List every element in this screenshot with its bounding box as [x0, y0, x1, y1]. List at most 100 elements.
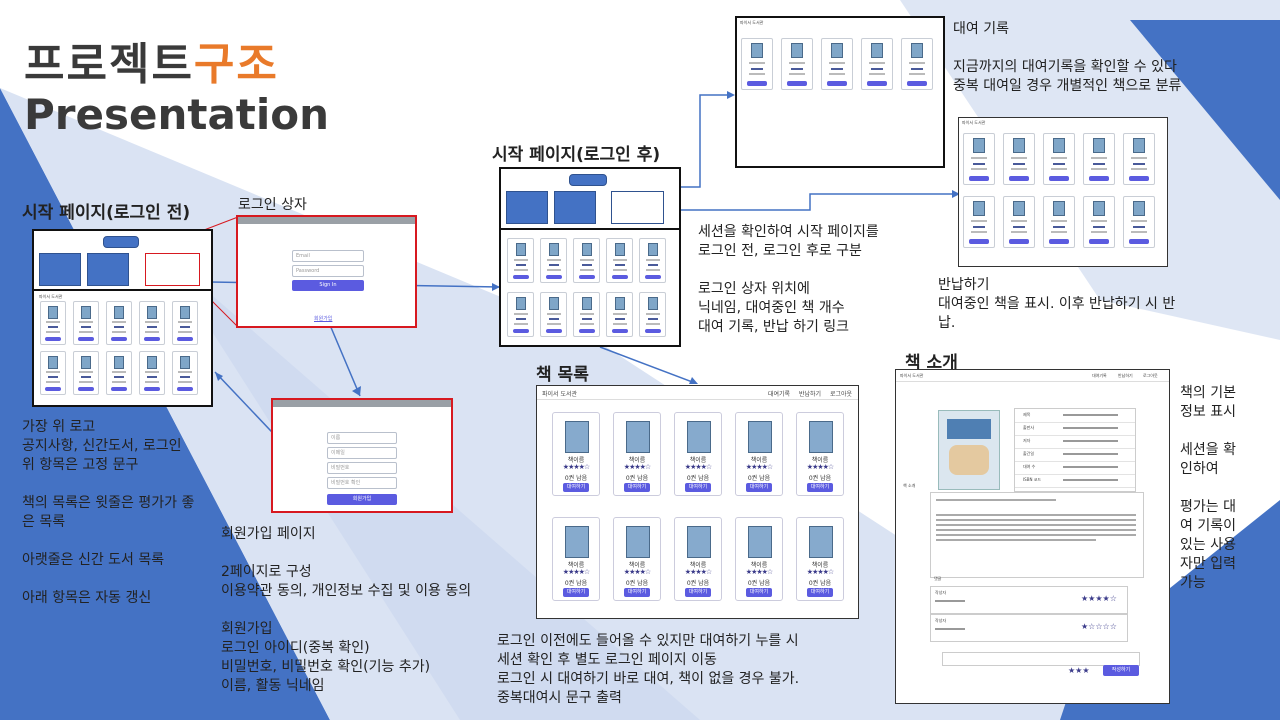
book-card[interactable] — [573, 238, 600, 283]
book-card[interactable] — [606, 238, 633, 283]
book-card[interactable] — [73, 301, 99, 345]
rent-button[interactable] — [177, 387, 193, 391]
book-card[interactable]: 책이름 ★★★★☆ 0권 남음 대여하기 — [674, 517, 722, 601]
rent-button[interactable]: 대여하기 — [807, 483, 833, 492]
book-card[interactable] — [1083, 196, 1115, 248]
rent-button[interactable] — [611, 275, 628, 279]
book-card[interactable] — [73, 351, 99, 395]
rent-button[interactable] — [747, 81, 767, 86]
book-card[interactable] — [106, 301, 132, 345]
password-field[interactable]: 비밀번호 — [327, 462, 397, 474]
book-card[interactable] — [540, 292, 567, 337]
book-card[interactable]: 책이름 ★★★★☆ 0권 남음 대여하기 — [735, 412, 783, 496]
book-card[interactable] — [606, 292, 633, 337]
rent-button[interactable] — [1049, 176, 1069, 181]
book-card[interactable] — [781, 38, 813, 90]
password-confirm-field[interactable]: 비밀번호 확인 — [327, 477, 397, 489]
rent-button[interactable]: 대여하기 — [563, 483, 589, 492]
book-card[interactable]: 책이름 ★★★★☆ 0권 남음 대여하기 — [735, 517, 783, 601]
rent-button[interactable] — [545, 275, 562, 279]
rent-button[interactable] — [512, 275, 529, 279]
book-card[interactable] — [139, 351, 165, 395]
book-card[interactable] — [901, 38, 933, 90]
rent-button[interactable] — [578, 275, 595, 279]
book-card[interactable] — [1043, 196, 1075, 248]
book-card[interactable] — [573, 292, 600, 337]
review-submit-button[interactable]: 작성하기 — [1103, 665, 1139, 676]
book-card[interactable] — [139, 301, 165, 345]
book-card[interactable]: 책이름 ★★★★☆ 0권 남음 대여하기 — [796, 517, 844, 601]
signup-link[interactable]: 회원가입 — [314, 315, 332, 322]
book-card[interactable] — [507, 292, 534, 337]
password-field[interactable]: Password — [292, 265, 364, 277]
rent-button[interactable]: 대여하기 — [746, 588, 772, 597]
rent-button[interactable] — [1129, 176, 1149, 181]
book-card[interactable]: 책이름 ★★★★☆ 0권 남음 대여하기 — [613, 412, 661, 496]
book-card[interactable]: 책이름 ★★★★☆ 0권 남음 대여하기 — [674, 412, 722, 496]
rent-button[interactable] — [969, 176, 989, 181]
book-card[interactable] — [106, 351, 132, 395]
book-card[interactable] — [1003, 196, 1035, 248]
email-field[interactable]: Email — [292, 250, 364, 262]
rent-button[interactable] — [578, 329, 595, 333]
rent-button[interactable] — [1089, 239, 1109, 244]
nav-rental-history[interactable]: 대여기록 — [768, 389, 790, 398]
review-input[interactable] — [942, 652, 1140, 666]
book-card[interactable]: 책이름 ★★★★☆ 0권 남음 대여하기 — [552, 517, 600, 601]
rent-button[interactable]: 대여하기 — [746, 483, 772, 492]
rent-button[interactable] — [1009, 176, 1029, 181]
book-card[interactable] — [639, 238, 666, 283]
book-card[interactable] — [1123, 196, 1155, 248]
book-card[interactable]: 책이름 ★★★★☆ 0권 남음 대여하기 — [552, 412, 600, 496]
rent-button[interactable] — [969, 239, 989, 244]
rent-button[interactable] — [1049, 239, 1069, 244]
book-card[interactable] — [1123, 133, 1155, 185]
book-card[interactable] — [172, 351, 198, 395]
rent-button[interactable] — [867, 81, 887, 86]
rent-button[interactable]: 대여하기 — [624, 588, 650, 597]
rent-button[interactable] — [111, 387, 127, 391]
rent-button[interactable] — [78, 337, 94, 341]
book-card[interactable] — [639, 292, 666, 337]
book-card[interactable]: 책이름 ★★★★☆ 0권 남음 대여하기 — [613, 517, 661, 601]
book-card[interactable] — [821, 38, 853, 90]
rent-button[interactable] — [1129, 239, 1149, 244]
rent-button[interactable] — [907, 81, 927, 86]
rent-button[interactable]: 대여하기 — [624, 483, 650, 492]
rent-button[interactable] — [45, 387, 61, 391]
rent-button[interactable] — [1089, 176, 1109, 181]
book-card[interactable] — [963, 196, 995, 248]
book-card[interactable] — [861, 38, 893, 90]
book-card[interactable] — [963, 133, 995, 185]
nav-return[interactable]: 반납하기 — [799, 389, 821, 398]
rent-button[interactable] — [787, 81, 807, 86]
book-card[interactable] — [1083, 133, 1115, 185]
nav-rental-history[interactable]: 대여기록 — [1092, 373, 1107, 379]
rent-button[interactable] — [644, 329, 661, 333]
nav-logout[interactable]: 로그아웃 — [830, 389, 852, 398]
book-card[interactable] — [1043, 133, 1075, 185]
rent-button[interactable] — [827, 81, 847, 86]
rent-button[interactable] — [644, 275, 661, 279]
rent-button[interactable]: 대여하기 — [807, 588, 833, 597]
rent-button[interactable] — [144, 387, 160, 391]
rent-button[interactable] — [78, 387, 94, 391]
signin-button[interactable]: Sign In — [292, 280, 364, 291]
rent-button[interactable] — [1009, 239, 1029, 244]
book-card[interactable] — [40, 301, 66, 345]
book-card[interactable] — [1003, 133, 1035, 185]
book-card[interactable]: 책이름 ★★★★☆ 0권 남음 대여하기 — [796, 412, 844, 496]
rent-button[interactable] — [111, 337, 127, 341]
rent-button[interactable] — [611, 329, 628, 333]
rent-button[interactable] — [545, 329, 562, 333]
nav-return[interactable]: 반납하기 — [1118, 373, 1133, 379]
name-field[interactable]: 이름 — [327, 432, 397, 444]
rent-button[interactable] — [45, 337, 61, 341]
nav-logout[interactable]: 로그아웃 — [1143, 373, 1158, 379]
rating-input-stars[interactable]: ★★★ — [1068, 666, 1090, 675]
email-field[interactable]: 이메일 — [327, 447, 397, 459]
rent-button[interactable]: 대여하기 — [685, 483, 711, 492]
rent-button[interactable]: 대여하기 — [563, 588, 589, 597]
rent-button[interactable]: 대여하기 — [685, 588, 711, 597]
rent-button[interactable] — [512, 329, 529, 333]
